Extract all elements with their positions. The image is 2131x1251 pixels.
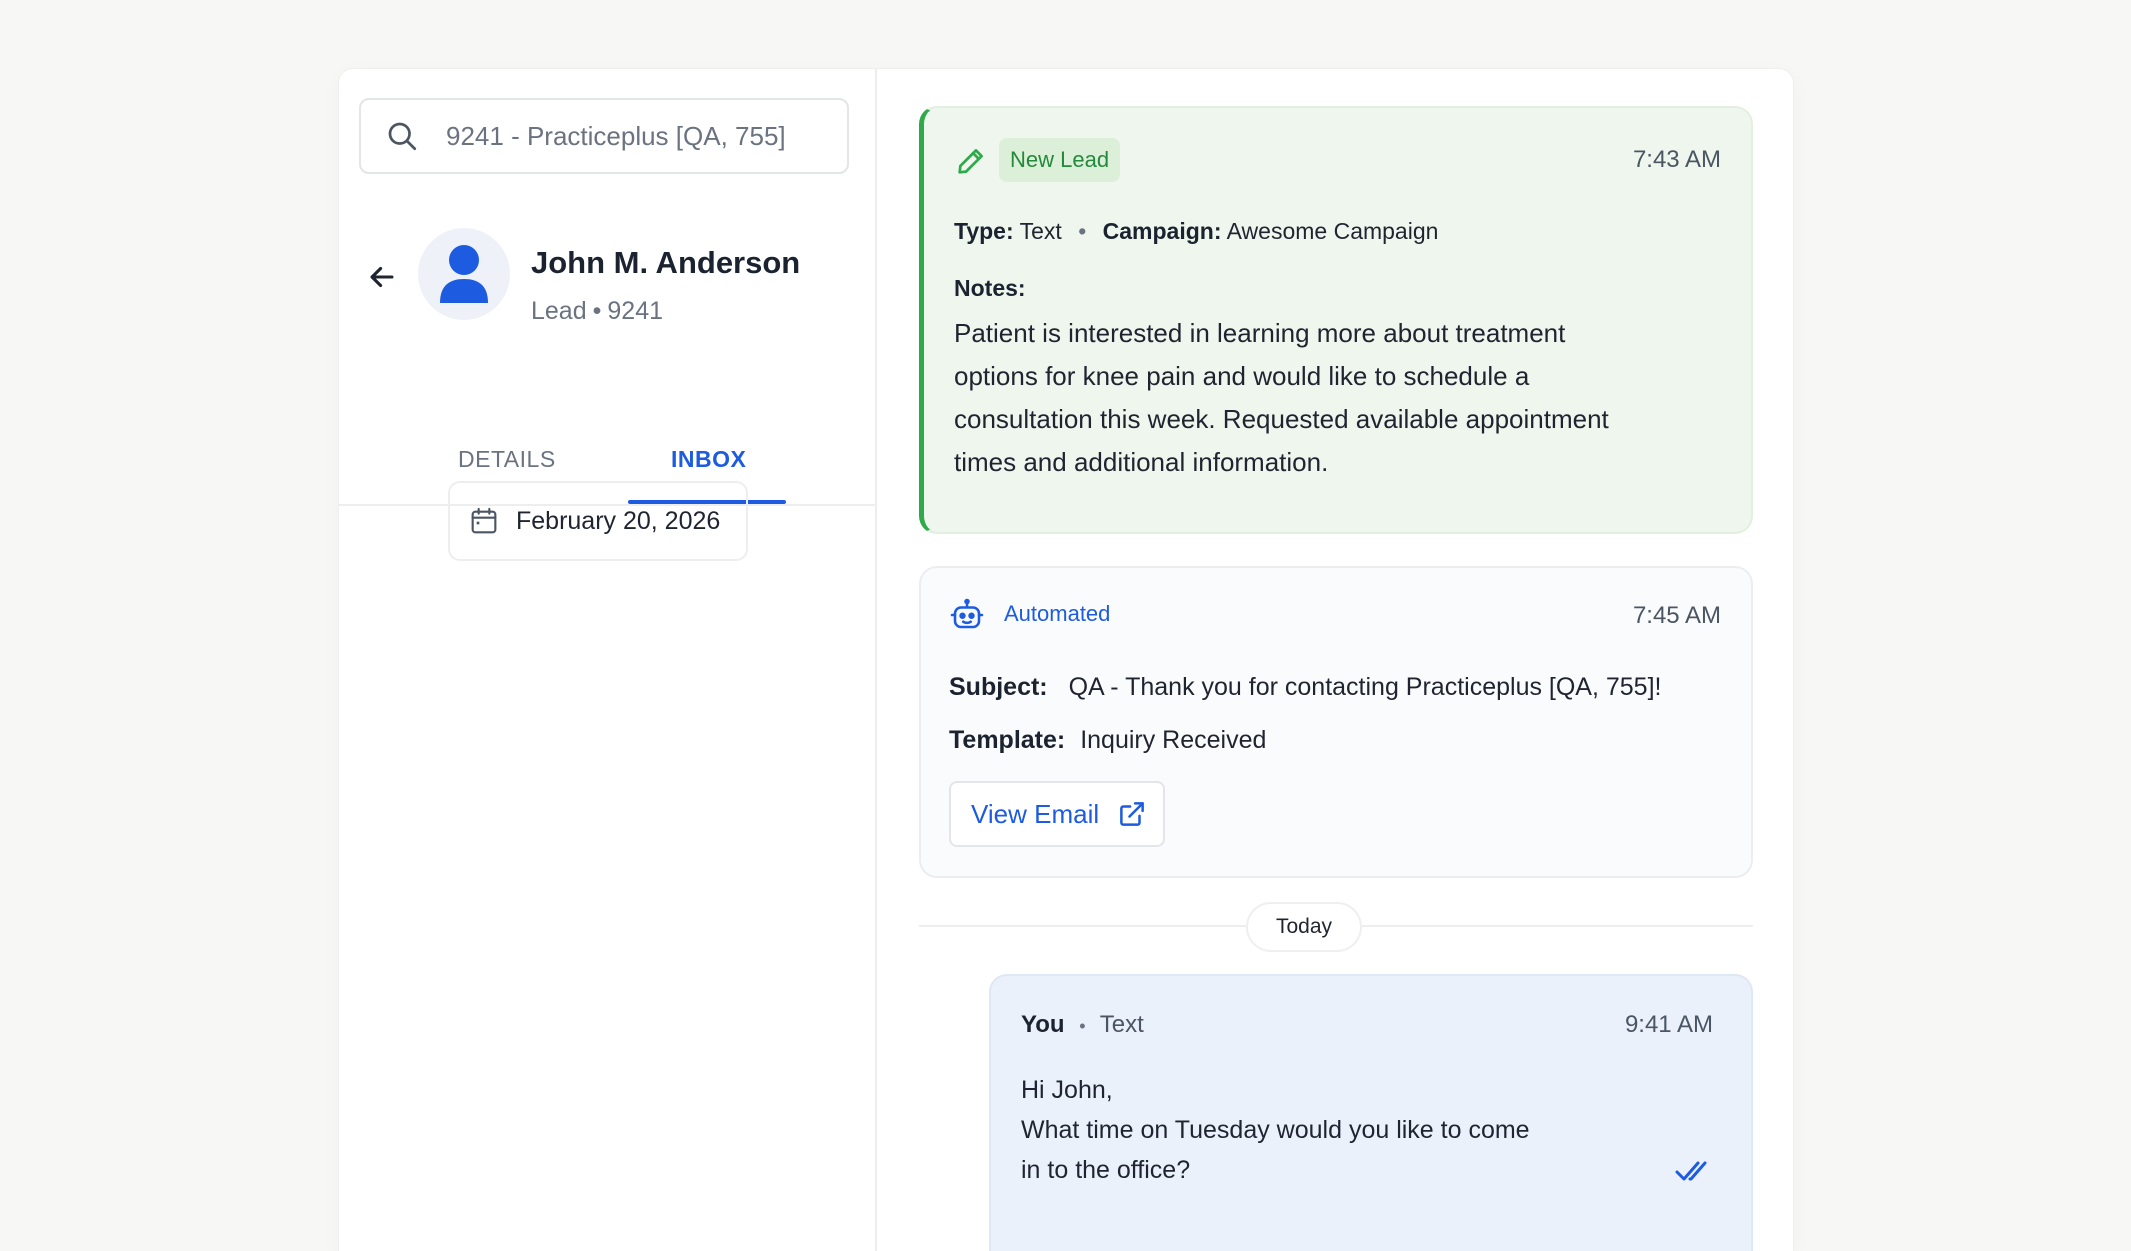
date-filter-button[interactable]: February 20, 2026: [448, 481, 748, 561]
inbox-app: 9241 - Practiceplus [QA, 755] John M. An…: [339, 69, 1793, 1251]
robot-icon: [949, 597, 985, 633]
message-line: Hi John,: [1021, 1076, 1113, 1104]
tab-inbox[interactable]: INBOX: [671, 446, 746, 473]
separator-dot: •: [1078, 218, 1087, 244]
lead-meta: Type: Text • Campaign: Awesome Campaign: [954, 218, 1438, 245]
outgoing-message: You • Text 9:41 AM Hi John, What time on…: [989, 974, 1753, 1251]
pencil-icon: [954, 144, 988, 178]
contact-subtitle: Lead • 9241: [531, 297, 663, 326]
view-email-button[interactable]: View Email: [949, 781, 1165, 847]
contact-id: 9241: [607, 297, 664, 325]
calendar-icon: [468, 505, 500, 537]
message-time: 9:41 AM: [1624, 1011, 1713, 1038]
tab-details[interactable]: DETAILS: [458, 446, 556, 473]
contact-type: Lead: [531, 297, 587, 325]
message-channel: Text: [1099, 1011, 1144, 1038]
separator-dot: •: [592, 297, 602, 325]
template-value: Inquiry Received: [1080, 726, 1267, 754]
back-arrow-icon[interactable]: [365, 260, 399, 294]
campaign-label: Campaign:: [1102, 218, 1222, 244]
search-icon: [384, 118, 420, 154]
contact-sidebar: 9241 - Practiceplus [QA, 755] John M. An…: [339, 69, 877, 1251]
new-lead-badge: New Lead: [999, 138, 1121, 182]
search-input[interactable]: 9241 - Practiceplus [QA, 755]: [359, 98, 849, 174]
subject-value: QA - Thank you for contacting Practicepl…: [1068, 673, 1662, 701]
template-line: Template: Inquiry Received: [949, 726, 1266, 755]
automated-time: 7:45 AM: [1632, 602, 1721, 629]
type-value: Text: [1019, 218, 1062, 244]
message-header: You • Text: [1021, 1011, 1144, 1039]
subject-line: Subject: QA - Thank you for contacting P…: [949, 673, 1661, 702]
message-line: What time on Tuesday would you like to c…: [1021, 1116, 1530, 1144]
user-icon: [440, 245, 488, 303]
read-receipt-icon: [1675, 1158, 1713, 1184]
contact-name: John M. Anderson: [531, 245, 801, 280]
campaign-value: Awesome Campaign: [1226, 218, 1439, 244]
notes-text: Patient is interested in learning more a…: [954, 318, 1609, 477]
template-label: Template:: [949, 726, 1066, 754]
type-label: Type:: [954, 218, 1014, 244]
external-link-icon: [1117, 799, 1147, 829]
view-email-label: View Email: [971, 798, 1100, 829]
date-filter-value: February 20, 2026: [516, 506, 721, 535]
message-sender: You: [1021, 1011, 1065, 1038]
search-value: 9241 - Practiceplus [QA, 755]: [446, 120, 786, 151]
subject-label: Subject:: [949, 673, 1048, 701]
avatar: [418, 228, 510, 320]
notes-label: Notes:: [954, 275, 1026, 301]
new-lead-card: New Lead 7:43 AM Type: Text • Campaign: …: [919, 106, 1753, 534]
message-body: Hi John, What time on Tuesday would you …: [1021, 1070, 1530, 1190]
automated-badge: Automated: [1004, 601, 1111, 626]
lead-time: 7:43 AM: [1632, 146, 1721, 173]
automated-email-card: Automated 7:45 AM Subject: QA - Thank yo…: [919, 566, 1753, 878]
message-line: in to the office?: [1021, 1156, 1191, 1184]
today-separator: Today: [1246, 902, 1362, 952]
separator-dot: •: [1079, 1016, 1086, 1036]
